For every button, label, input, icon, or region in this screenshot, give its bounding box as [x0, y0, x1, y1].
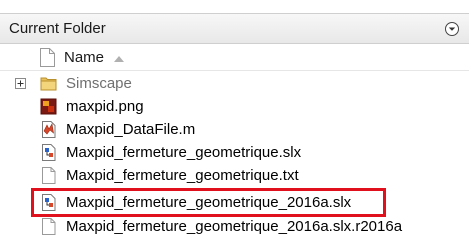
file-name: Maxpid_fermeture_geometrique_2016a.slx.r… — [66, 218, 403, 235]
file-name: Simscape — [66, 75, 132, 92]
file-row-fermeture-slx[interactable]: Maxpid_fermeture_geometrique.slx — [0, 142, 469, 164]
sort-ascending-icon[interactable] — [113, 55, 125, 63]
panel-titlebar: Current Folder — [0, 13, 469, 44]
highlight-box — [31, 188, 386, 217]
panel-actions-icon[interactable] — [444, 21, 460, 37]
txt-file-icon — [42, 167, 56, 184]
file-row-datafile-m[interactable]: Maxpid_DataFile.m — [0, 119, 469, 141]
file-row-fermeture-2016a-r2016a[interactable]: Maxpid_fermeture_geometrique_2016a.slx.r… — [0, 216, 469, 238]
file-name: Maxpid_DataFile.m — [66, 121, 196, 138]
slx-file-icon — [42, 144, 56, 161]
file-row-fermeture-txt[interactable]: Maxpid_fermeture_geometrique.txt — [0, 165, 469, 187]
column-header-name[interactable]: Name — [64, 49, 104, 66]
file-row-simscape[interactable]: Simscape — [0, 73, 469, 95]
file-name: Maxpid_fermeture_geometrique.txt — [66, 167, 299, 184]
m-file-icon — [42, 121, 56, 138]
file-name: maxpid.png — [66, 98, 144, 115]
expand-folder-icon[interactable] — [15, 78, 26, 89]
image-file-icon — [40, 98, 57, 115]
file-type-column-icon[interactable] — [39, 48, 55, 67]
panel-title: Current Folder — [9, 20, 106, 37]
current-folder-panel: Current Folder Name Simscape maxpid.png … — [0, 0, 469, 247]
column-header-row: Name — [0, 46, 469, 71]
file-row-maxpid-png[interactable]: maxpid.png — [0, 96, 469, 118]
generic-file-icon — [42, 218, 56, 235]
folder-icon — [40, 77, 57, 91]
file-name: Maxpid_fermeture_geometrique.slx — [66, 144, 302, 161]
